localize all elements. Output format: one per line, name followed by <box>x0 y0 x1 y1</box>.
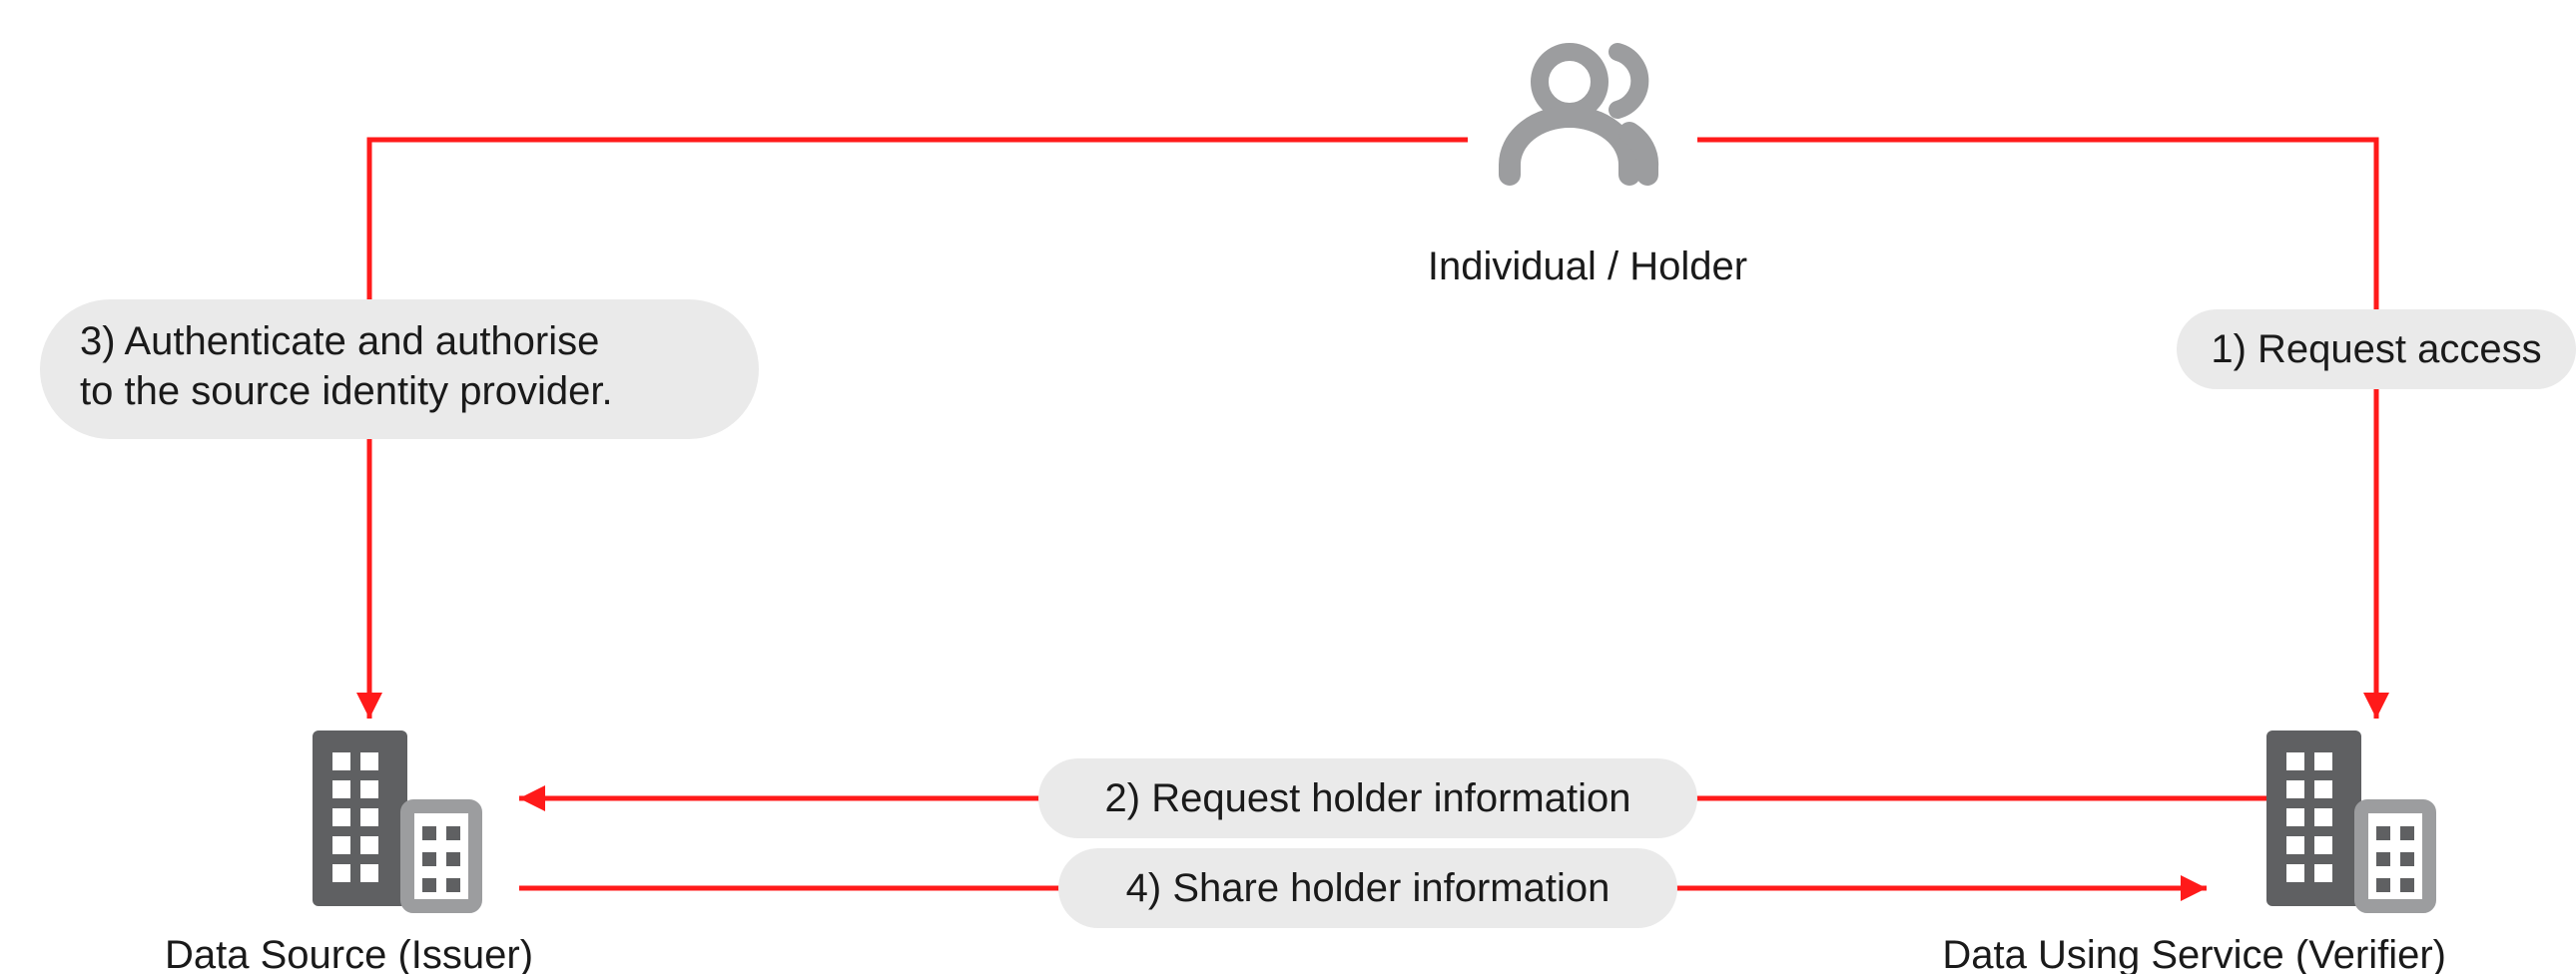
node-issuer-label: Data Source (Issuer) <box>165 933 533 974</box>
node-issuer: Data Source (Issuer) <box>165 730 533 974</box>
node-verifier: Data Using Service (Verifier) <box>1942 730 2446 974</box>
svg-text:2) Request holder information: 2) Request holder information <box>1105 776 1631 820</box>
buildings-icon <box>313 730 475 906</box>
svg-text:to the source identity provide: to the source identity provider. <box>80 369 613 413</box>
step-bubble-1: 1) Request access <box>2177 309 2576 389</box>
node-holder-label: Individual / Holder <box>1428 244 1747 288</box>
step-bubble-4: 4) Share holder information <box>1058 848 1677 928</box>
buildings-icon <box>2266 730 2429 906</box>
svg-text:4) Share holder information: 4) Share holder information <box>1126 866 1610 910</box>
edge-request-access <box>1697 140 2389 719</box>
step-bubble-2: 2) Request holder information <box>1038 758 1697 838</box>
node-verifier-label: Data Using Service (Verifier) <box>1942 933 2446 974</box>
step-bubble-3: 3) Authenticate and authorise to the sou… <box>40 299 759 439</box>
svg-text:3) Authenticate and authorise: 3) Authenticate and authorise <box>80 319 599 363</box>
federated-identity-diagram: 1) Request access 3) Authenticate and au… <box>0 0 2576 974</box>
people-icon <box>1510 52 1647 175</box>
node-holder: Individual / Holder <box>1428 52 1747 288</box>
svg-text:1) Request access: 1) Request access <box>2211 327 2541 371</box>
